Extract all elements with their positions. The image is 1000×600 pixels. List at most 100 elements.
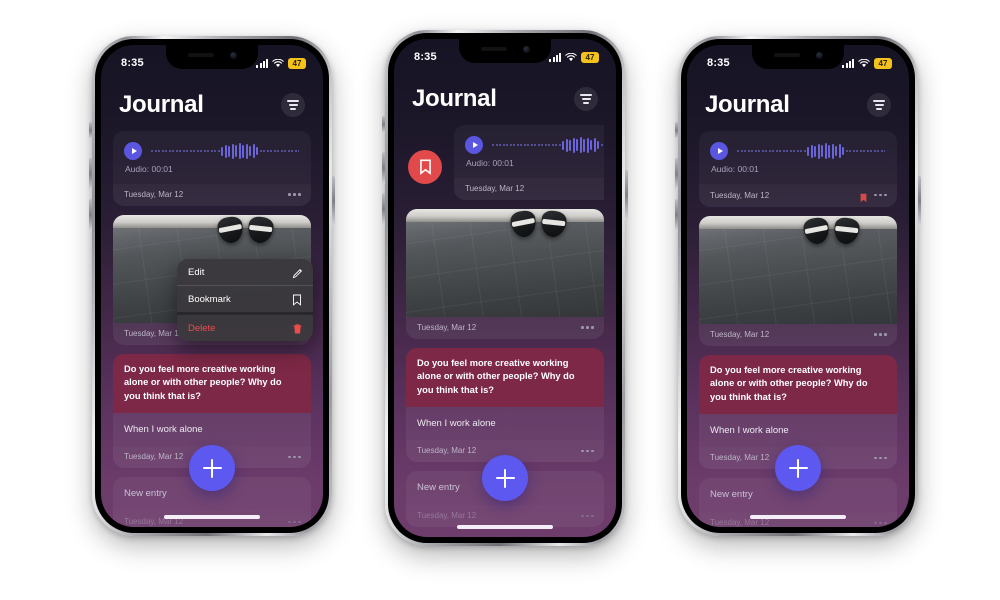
home-indicator[interactable] xyxy=(457,525,553,529)
audio-waveform[interactable] xyxy=(492,137,604,153)
earpiece-speaker-icon xyxy=(773,53,800,57)
volume-up-button[interactable] xyxy=(675,158,678,190)
filter-icon-line-2 xyxy=(581,98,591,100)
filter-button[interactable] xyxy=(281,93,305,117)
more-options-icon[interactable] xyxy=(288,193,301,196)
entry-photo xyxy=(406,209,604,317)
plus-icon-v xyxy=(210,458,214,478)
cellular-signal-icon xyxy=(256,58,268,68)
audio-waveform[interactable] xyxy=(151,143,299,159)
trash-icon xyxy=(292,322,303,334)
battery-indicator: 47 xyxy=(288,57,306,69)
mute-switch[interactable] xyxy=(89,122,92,139)
volume-down-button[interactable] xyxy=(89,199,92,231)
more-options-icon[interactable] xyxy=(581,449,594,453)
audio-player-row xyxy=(454,125,604,158)
volume-down-button[interactable] xyxy=(382,193,385,225)
entry-photo xyxy=(699,216,897,324)
mute-switch[interactable] xyxy=(675,122,678,139)
more-options-icon[interactable] xyxy=(874,521,887,525)
audio-waveform[interactable] xyxy=(737,143,885,159)
audio-player-row xyxy=(113,131,311,164)
filter-icon-line-1 xyxy=(873,100,885,102)
entry-date: Tuesday, Mar 12 xyxy=(417,323,477,332)
phone-bezel-2: 8:35 47 Journal Audio: 00:01 Tuesday, Ma… xyxy=(388,33,622,543)
context-menu[interactable]: Edit Bookmark Delete xyxy=(177,259,313,341)
mute-switch[interactable] xyxy=(382,116,385,133)
audio-card-footer: Tuesday, Mar 12 xyxy=(699,184,897,207)
home-indicator[interactable] xyxy=(750,515,846,519)
entry-date: Tuesday, Mar 12 xyxy=(124,329,184,338)
audio-footer-actions xyxy=(288,193,301,196)
filter-button[interactable] xyxy=(574,87,598,111)
add-entry-button[interactable] xyxy=(482,455,528,501)
status-time: 8:35 xyxy=(121,57,144,69)
more-options-icon[interactable] xyxy=(874,456,887,460)
photo-entry-card[interactable]: Tuesday, Mar 12 xyxy=(406,209,604,339)
context-menu-bookmark-label: Bookmark xyxy=(188,293,231,305)
swipe-bookmark-button[interactable] xyxy=(408,150,442,184)
volume-down-button[interactable] xyxy=(675,199,678,231)
power-button[interactable] xyxy=(625,170,628,220)
audio-card-footer: Tuesday, Mar 12 xyxy=(454,178,604,200)
screenshot-canvas: 8:35 47 Journal Audio: 00:01 Tuesday, Ma… xyxy=(0,0,1000,600)
audio-duration-label: Audio: 00:01 xyxy=(466,158,514,168)
entry-date: Tuesday, Mar 12 xyxy=(710,453,770,463)
entry-date: Tuesday, Mar 12 xyxy=(710,518,770,527)
more-options-icon[interactable] xyxy=(581,514,594,518)
more-options-icon[interactable] xyxy=(288,455,301,459)
status-indicators: 47 xyxy=(549,51,599,63)
context-menu-item-bookmark[interactable]: Bookmark xyxy=(177,285,313,312)
photo-shoe-left xyxy=(509,209,538,239)
power-button[interactable] xyxy=(332,176,335,226)
earpiece-speaker-icon xyxy=(187,53,214,57)
audio-duration-label: Audio: 00:01 xyxy=(711,164,759,174)
photo-entry-card[interactable]: Tuesday, Mar 12 xyxy=(699,216,897,346)
notch xyxy=(459,39,551,63)
earpiece-speaker-icon xyxy=(480,47,507,51)
play-icon[interactable] xyxy=(124,142,142,160)
filter-icon-line-3 xyxy=(583,102,589,104)
status-time: 8:35 xyxy=(707,57,730,69)
filter-button[interactable] xyxy=(867,93,891,117)
play-icon[interactable] xyxy=(710,142,728,160)
volume-up-button[interactable] xyxy=(89,158,92,190)
context-menu-item-delete[interactable]: Delete xyxy=(177,312,313,341)
bookmark-outline-icon xyxy=(292,293,303,306)
photo-shoe-left xyxy=(802,216,831,246)
filter-icon-line-1 xyxy=(580,94,592,96)
audio-player-row xyxy=(699,131,897,164)
filter-icon-line-1 xyxy=(287,100,299,102)
more-options-icon[interactable] xyxy=(288,520,301,524)
photo-shoe-right xyxy=(538,209,568,239)
volume-up-button[interactable] xyxy=(382,152,385,184)
audio-entry-card[interactable]: Audio: 00:01 Tuesday, Mar 12 xyxy=(699,131,897,207)
filter-icon-line-2 xyxy=(874,104,884,106)
add-entry-button[interactable] xyxy=(775,445,821,491)
wifi-icon xyxy=(272,58,284,68)
new-entry-footer: Tuesday, Mar 12 xyxy=(113,511,311,527)
power-button[interactable] xyxy=(918,176,921,226)
front-camera-icon xyxy=(815,51,823,59)
play-icon[interactable] xyxy=(465,136,483,154)
photo-shoe-right xyxy=(245,215,275,245)
audio-entry-card[interactable]: Audio: 00:01 Tuesday, Mar 12 xyxy=(113,131,311,206)
app-header-2: Journal xyxy=(394,85,616,113)
context-menu-item-edit[interactable]: Edit xyxy=(177,259,313,285)
phone-bezel-3: 8:35 47 Journal Audio: 00:01 Tuesday, Ma… xyxy=(681,39,915,533)
home-indicator[interactable] xyxy=(164,515,260,519)
audio-card-footer: Tuesday, Mar 12 xyxy=(113,184,311,206)
photo-shoe-right xyxy=(831,216,861,246)
prompt-answer: When I work alone xyxy=(124,424,203,436)
context-menu-delete-label: Delete xyxy=(188,322,216,334)
phone-mockup-2: 8:35 47 Journal Audio: 00:01 Tuesday, Ma… xyxy=(382,30,628,546)
photo-baseboard xyxy=(406,209,604,222)
prompt-entry-card[interactable]: Do you feel more creative working alone … xyxy=(406,348,604,463)
entry-date: Tuesday, Mar 12 xyxy=(417,511,477,521)
more-options-icon[interactable] xyxy=(874,333,887,336)
audio-entry-card[interactable]: Audio: 00:01 Tuesday, Mar 12 xyxy=(454,125,604,200)
entry-date: Tuesday, Mar 12 xyxy=(710,190,770,200)
more-options-icon[interactable] xyxy=(581,326,594,329)
add-entry-button[interactable] xyxy=(189,445,235,491)
more-options-icon[interactable] xyxy=(874,193,887,197)
